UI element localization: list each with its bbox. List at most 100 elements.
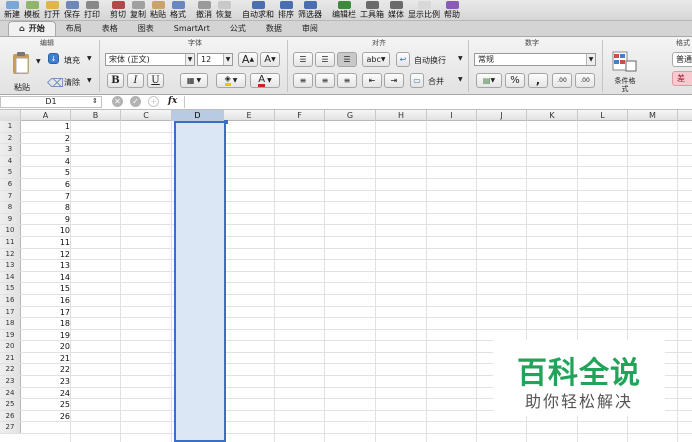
eraser-icon[interactable]: ⌫: [47, 76, 64, 90]
tab-1[interactable]: 布局: [56, 22, 92, 36]
underline-button[interactable]: U: [147, 73, 164, 88]
column-header-c[interactable]: C: [121, 110, 172, 121]
font-size-select[interactable]: 12 ▼: [197, 53, 233, 66]
align-center-button[interactable]: ≡: [315, 73, 335, 88]
template-button[interactable]: 模板: [22, 0, 42, 20]
filter-button[interactable]: 筛选器: [296, 0, 324, 20]
tab-5[interactable]: 公式: [220, 22, 256, 36]
tab-4[interactable]: SmartArt: [164, 22, 220, 36]
wrap-text-icon[interactable]: ↩: [396, 52, 410, 67]
row-header[interactable]: 27: [0, 422, 21, 434]
align-bottom-button[interactable]: ☰: [337, 52, 357, 67]
row-header[interactable]: 1: [0, 121, 21, 132]
open-button[interactable]: 打开: [42, 0, 62, 20]
cell-a[interactable]: 17: [21, 307, 71, 318]
row-header[interactable]: 19: [0, 329, 21, 341]
increase-decimal-button[interactable]: .00: [552, 73, 572, 88]
copy-button[interactable]: 复制: [128, 0, 148, 20]
tab-6[interactable]: 数据: [256, 22, 292, 36]
merge-icon[interactable]: ▭: [410, 73, 424, 88]
column-header-f[interactable]: F: [275, 110, 325, 121]
clear-dropdown-icon[interactable]: ▼: [87, 77, 92, 84]
cell-a[interactable]: 23: [21, 376, 71, 387]
cell-a[interactable]: 20: [21, 341, 71, 352]
column-header-i[interactable]: I: [427, 110, 477, 121]
cell-a[interactable]: 9: [21, 214, 71, 225]
row-header[interactable]: 10: [0, 225, 21, 236]
row-header[interactable]: 24: [0, 387, 21, 399]
row-header[interactable]: 2: [0, 132, 21, 144]
name-box-stepper-icon[interactable]: ⇕: [92, 97, 98, 105]
cell-a[interactable]: 8: [21, 202, 71, 213]
cell-a[interactable]: 7: [21, 191, 71, 202]
increase-indent-button[interactable]: ⇥: [384, 73, 404, 88]
fill-down-icon[interactable]: ↓: [48, 53, 59, 64]
print-button[interactable]: 打印: [82, 0, 102, 20]
align-top-button[interactable]: ☰: [293, 52, 313, 67]
row-header[interactable]: 22: [0, 364, 21, 376]
cell-a[interactable]: 16: [21, 295, 71, 306]
formula-bar-toggle[interactable]: 编辑栏: [330, 0, 358, 20]
row-header[interactable]: 18: [0, 318, 21, 329]
row-header[interactable]: 13: [0, 260, 21, 271]
formula-input[interactable]: [186, 96, 692, 108]
conditional-format-label[interactable]: 条件格式: [614, 77, 636, 93]
row-header[interactable]: 17: [0, 306, 21, 318]
row-header[interactable]: 6: [0, 178, 21, 190]
sort-button[interactable]: 排序: [276, 0, 296, 20]
cell-a[interactable]: 5: [21, 167, 71, 178]
row-header[interactable]: 11: [0, 236, 21, 248]
italic-button[interactable]: I: [127, 73, 144, 88]
cell-a[interactable]: 13: [21, 260, 71, 271]
tab-2[interactable]: 表格: [92, 22, 128, 36]
column-header-j[interactable]: J: [477, 110, 527, 121]
cell-a[interactable]: 26: [21, 411, 71, 422]
row-header[interactable]: 7: [0, 190, 21, 202]
row-header[interactable]: 16: [0, 294, 21, 306]
column-header-k[interactable]: K: [527, 110, 578, 121]
paste-dropdown-icon[interactable]: ▼: [36, 58, 41, 65]
toolbox-button[interactable]: 工具箱: [358, 0, 386, 20]
row-header[interactable]: 8: [0, 202, 21, 213]
row-header[interactable]: 25: [0, 399, 21, 410]
fill-label[interactable]: 填充: [64, 55, 80, 66]
zoom-button[interactable]: 显示比例: [406, 0, 442, 20]
cell-a[interactable]: 24: [21, 388, 71, 399]
bold-button[interactable]: B: [107, 73, 124, 88]
conditional-format-button[interactable]: [612, 51, 638, 73]
column-header-g[interactable]: G: [325, 110, 376, 121]
help-button[interactable]: 帮助: [442, 0, 462, 20]
column-header-d[interactable]: D: [172, 110, 224, 121]
font-name-select[interactable]: 宋体 (正文) ▼: [105, 53, 195, 66]
cell-a[interactable]: 11: [21, 237, 71, 248]
save-button[interactable]: 保存: [62, 0, 82, 20]
wrap-text-label[interactable]: 自动换行: [414, 55, 446, 66]
style-normal[interactable]: 普通: [672, 52, 692, 67]
comma-button[interactable]: ,: [528, 73, 548, 88]
fill-dropdown-icon[interactable]: ▼: [87, 55, 92, 62]
row-header[interactable]: 4: [0, 155, 21, 167]
borders-button[interactable]: ▦ ▼: [180, 73, 208, 88]
row-header[interactable]: 5: [0, 167, 21, 178]
percent-button[interactable]: %: [505, 73, 525, 88]
cell-a[interactable]: 15: [21, 283, 71, 294]
wrap-dropdown-icon[interactable]: ▼: [458, 55, 463, 62]
row-header[interactable]: 23: [0, 376, 21, 387]
cell-a[interactable]: 3: [21, 144, 71, 155]
cell-a[interactable]: 22: [21, 364, 71, 375]
column-header-a[interactable]: A: [21, 110, 71, 121]
column-header-e[interactable]: E: [224, 110, 275, 121]
cell-a[interactable]: 6: [21, 179, 71, 190]
accounting-format-button[interactable]: ▤ ▼: [476, 73, 502, 88]
fx-label[interactable]: fx: [168, 96, 177, 106]
style-bad[interactable]: 差: [672, 71, 692, 86]
cell-a[interactable]: 21: [21, 353, 71, 364]
row-header[interactable]: 20: [0, 341, 21, 352]
merge-dropdown-icon[interactable]: ▼: [458, 76, 463, 83]
cell-a[interactable]: 2: [21, 133, 71, 144]
column-header-b[interactable]: B: [71, 110, 121, 121]
cell-a[interactable]: 25: [21, 399, 71, 410]
autosum-button[interactable]: 自动求和: [240, 0, 276, 20]
shrink-font-button[interactable]: A ▼: [260, 52, 280, 67]
row-header[interactable]: 21: [0, 352, 21, 364]
